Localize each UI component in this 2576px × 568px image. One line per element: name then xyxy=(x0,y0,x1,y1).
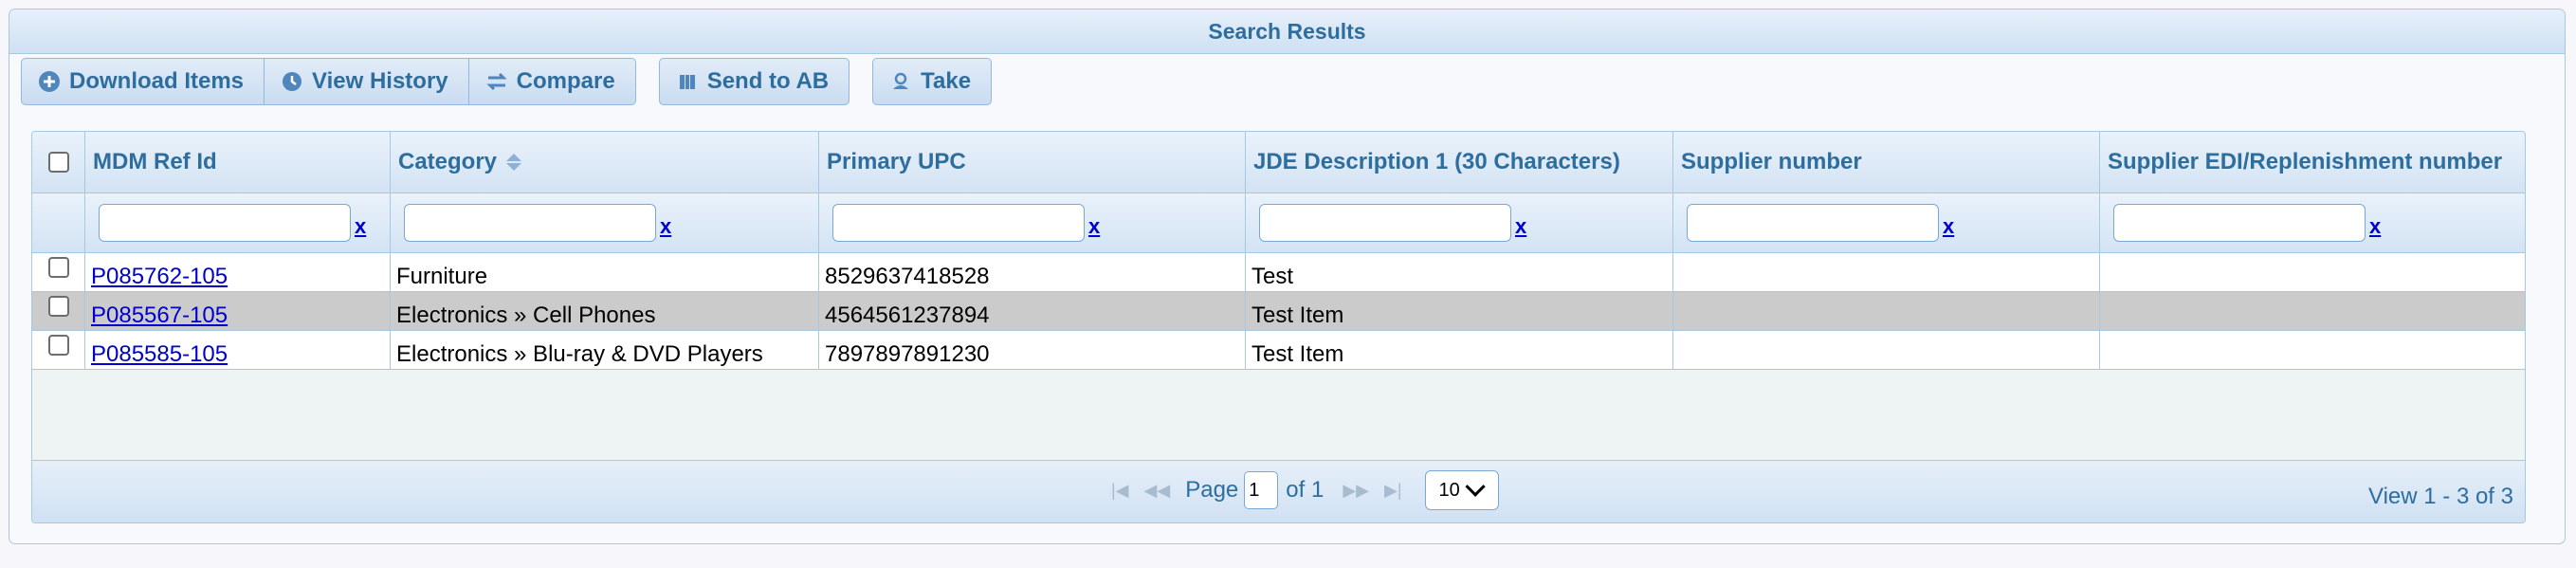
compare-button[interactable]: Compare xyxy=(467,59,635,104)
column-header-primary-upc[interactable]: Primary UPC xyxy=(819,132,1246,192)
row-checkbox-cell xyxy=(32,253,85,291)
clock-icon xyxy=(280,69,304,94)
row-checkbox[interactable] xyxy=(47,257,69,278)
row-ref-id-link[interactable]: P085762-105 xyxy=(91,264,228,290)
filter-spacer xyxy=(32,193,85,252)
send-to-ab-button[interactable]: Send to AB xyxy=(660,59,849,104)
row-category: Electronics » Cell Phones xyxy=(391,292,819,330)
filter-input-mdm-ref-id[interactable] xyxy=(99,204,351,242)
next-page-icon[interactable]: ▶▶ xyxy=(1343,481,1369,501)
compare-label: Compare xyxy=(516,68,615,94)
clear-filter-jde-description[interactable]: x xyxy=(1515,214,1526,239)
clear-filter-mdm-ref-id[interactable]: x xyxy=(355,214,366,239)
page-number-input[interactable] xyxy=(1244,471,1279,509)
row-category: Furniture xyxy=(391,253,819,291)
filter-cell-primary-upc: x xyxy=(819,193,1246,252)
column-header-category[interactable]: Category xyxy=(391,132,819,192)
plus-circle-icon xyxy=(37,69,62,94)
column-header-supplier-edi[interactable]: Supplier EDI/Replenishment number xyxy=(2100,132,2525,192)
results-grid: MDM Ref Id Category Primary UPC JDE Desc… xyxy=(31,131,2526,523)
row-description: Test Item xyxy=(1246,331,1673,369)
view-history-button[interactable]: View History xyxy=(264,59,468,104)
clear-filter-supplier-edi[interactable]: x xyxy=(2369,214,2381,239)
row-ref-id-link[interactable]: P085567-105 xyxy=(91,302,228,329)
row-ref-id-link[interactable]: P085585-105 xyxy=(91,341,228,368)
row-upc: 7897897891230 xyxy=(819,331,1246,369)
row-checkbox-cell xyxy=(32,331,85,369)
column-header-mdm-ref-id[interactable]: MDM Ref Id xyxy=(85,132,391,192)
rows-per-page-select[interactable]: 10 xyxy=(1424,470,1499,510)
row-checkbox[interactable] xyxy=(47,335,69,356)
first-page-icon[interactable]: |◀ xyxy=(1111,481,1129,501)
filter-cell-supplier-edi: x xyxy=(2100,193,2525,252)
send-to-ab-label: Send to AB xyxy=(706,68,830,94)
view-history-label: View History xyxy=(312,68,448,94)
page-label: Page xyxy=(1185,477,1239,503)
filter-cell-category: x xyxy=(391,193,819,252)
take-group: Take xyxy=(872,58,993,105)
row-category: Electronics » Blu-ray & DVD Players xyxy=(391,331,819,369)
row-checkbox[interactable] xyxy=(47,296,69,317)
take-button[interactable]: Take xyxy=(873,59,991,104)
select-all-checkbox[interactable] xyxy=(47,152,69,173)
take-label: Take xyxy=(921,68,972,94)
filter-cell-mdm-ref-id: x xyxy=(85,193,391,252)
rows-per-page-value: 10 xyxy=(1438,479,1460,501)
row-ref-id-cell: P085762-105 xyxy=(85,253,391,291)
pager-controls: |◀ ◀◀ Page of 1 ▶▶ ▶| 10 xyxy=(1111,470,1499,510)
row-supplier-edi xyxy=(2100,292,2525,330)
row-supplier-edi xyxy=(2100,253,2525,291)
primary-actions-group: Download Items View History Compare xyxy=(21,58,636,105)
page-of-label: of 1 xyxy=(1286,477,1325,503)
filter-input-primary-upc[interactable] xyxy=(832,204,1085,242)
table-row[interactable]: P085762-105 Furniture 8529637418528 Test xyxy=(32,253,2525,292)
row-supplier-number xyxy=(1673,292,2100,330)
panel-title: Search Results xyxy=(9,9,2565,54)
row-checkbox-cell xyxy=(32,292,85,330)
select-all-cell xyxy=(32,132,85,192)
row-upc: 8529637418528 xyxy=(819,253,1246,291)
book-icon xyxy=(675,69,700,94)
clear-filter-supplier-number[interactable]: x xyxy=(1943,214,1954,239)
row-ref-id-cell: P085567-105 xyxy=(85,292,391,330)
row-supplier-number xyxy=(1673,331,2100,369)
table-row[interactable]: P085585-105 Electronics » Blu-ray & DVD … xyxy=(32,331,2525,370)
filter-row: x x x x x x xyxy=(32,193,2525,253)
filter-cell-jde-description: x xyxy=(1246,193,1673,252)
table-row[interactable]: P085567-105 Electronics » Cell Phones 45… xyxy=(32,292,2525,331)
row-description: Test xyxy=(1246,253,1673,291)
column-header-jde-description[interactable]: JDE Description 1 (30 Characters) xyxy=(1246,132,1673,192)
user-icon xyxy=(888,69,913,94)
pager-bar: |◀ ◀◀ Page of 1 ▶▶ ▶| 10 View 1 - 3 of 3 xyxy=(32,460,2525,522)
filter-cell-supplier-number: x xyxy=(1673,193,2100,252)
chevron-down-icon xyxy=(1465,476,1486,497)
row-supplier-edi xyxy=(2100,331,2525,369)
clear-filter-primary-upc[interactable]: x xyxy=(1088,214,1100,239)
toolbar: Download Items View History Compare Send… xyxy=(21,58,993,105)
column-header-category-label: Category xyxy=(398,149,498,174)
filter-input-supplier-edi[interactable] xyxy=(2113,204,2366,242)
row-supplier-number xyxy=(1673,253,2100,291)
column-header-supplier-number[interactable]: Supplier number xyxy=(1673,132,2100,192)
row-description: Test Item xyxy=(1246,292,1673,330)
prev-page-icon[interactable]: ◀◀ xyxy=(1144,481,1171,501)
last-page-icon[interactable]: ▶| xyxy=(1384,481,1402,501)
filter-input-category[interactable] xyxy=(404,204,656,242)
filter-input-supplier-number[interactable] xyxy=(1687,204,1939,242)
filter-input-jde-description[interactable] xyxy=(1259,204,1511,242)
download-items-button[interactable]: Download Items xyxy=(22,59,264,104)
grid-header-row: MDM Ref Id Category Primary UPC JDE Desc… xyxy=(32,132,2525,193)
row-ref-id-cell: P085585-105 xyxy=(85,331,391,369)
row-upc: 4564561237894 xyxy=(819,292,1246,330)
swap-arrows-icon xyxy=(484,69,509,94)
sort-icon[interactable] xyxy=(506,154,522,171)
send-group: Send to AB xyxy=(658,58,850,105)
download-items-label: Download Items xyxy=(69,68,245,94)
view-count: View 1 - 3 of 3 xyxy=(2368,484,2513,509)
clear-filter-category[interactable]: x xyxy=(660,214,671,239)
